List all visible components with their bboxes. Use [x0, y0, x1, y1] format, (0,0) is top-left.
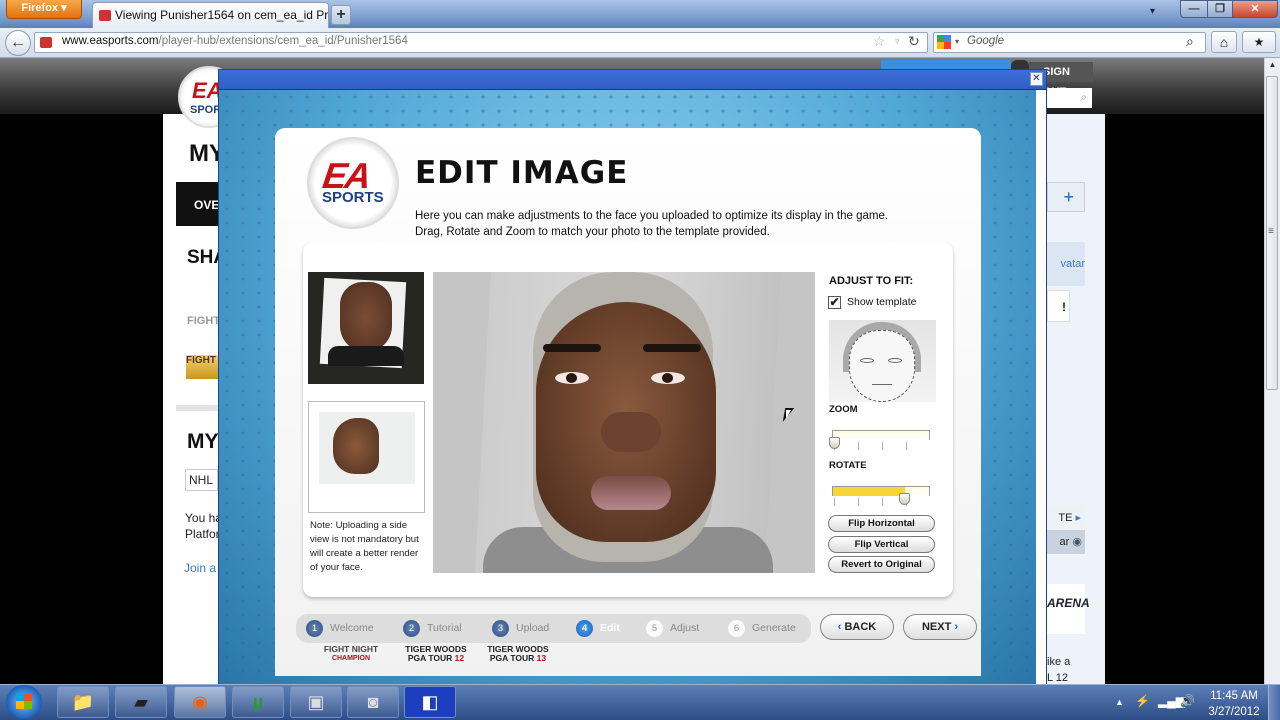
browser-tab-active[interactable]: Viewing Punisher1564 on cem_ea_id Pro... [92, 2, 329, 28]
adjust-to-fit-heading: ADJUST TO FIT: [829, 275, 914, 287]
promo-text: ike aL 12 [1047, 656, 1071, 684]
taskbar-clock[interactable]: 11:45 AM 3/27/2012 [1204, 688, 1264, 720]
tiger-woods-12-logo: TIGER WOODS PGA TOUR 12 [405, 644, 467, 663]
close-window-button[interactable]: ✕ [1232, 0, 1278, 18]
url-text[interactable]: www.easports.com/player-hub/extensions/c… [62, 35, 408, 47]
section-divider [176, 405, 218, 411]
taskbar-vaio-icon[interactable]: ▰ [115, 686, 167, 718]
chevron-left-icon: ‹ [837, 621, 842, 633]
show-template-checkbox[interactable]: ✔ [828, 296, 841, 309]
windows-logo-icon [16, 693, 32, 709]
rotate-label: ROTATE [829, 460, 867, 471]
instructions-text: Here you can make adjustments to the fac… [415, 210, 889, 238]
scroll-up-arrow-icon[interactable]: ▲ [1265, 60, 1280, 74]
bookmark-star-icon[interactable]: ☆ [873, 33, 886, 50]
step-tutorial: 2 Tutorial [403, 620, 462, 638]
list-all-tabs-icon[interactable]: ▾ [1150, 6, 1155, 17]
te-link[interactable]: TE ▸ [1047, 506, 1085, 530]
site-search-input[interactable]: ⌕ [1047, 88, 1092, 108]
zoom-label: ZOOM [829, 404, 858, 415]
home-button[interactable]: ⌂ [1211, 31, 1237, 53]
tiger-woods-13-logo: TIGER WOODS PGA TOUR 13 [487, 644, 549, 663]
start-button[interactable] [6, 685, 42, 719]
next-button[interactable]: NEXT › [903, 614, 977, 640]
new-tab-button[interactable]: + [331, 5, 351, 25]
checkmark-icon: ✔ [829, 295, 840, 309]
taskbar-camera-icon[interactable]: ◙ [347, 686, 399, 718]
modal-close-button[interactable]: ✕ [1030, 72, 1043, 86]
rotate-slider-ticks [834, 498, 930, 506]
revert-to-original-button[interactable]: Revert to Original [828, 556, 935, 573]
engine-dropdown-icon[interactable]: ▾ [955, 37, 959, 46]
page-title: EDIT IMAGE [415, 155, 629, 191]
arrow-right-icon: ▸ [1075, 512, 1081, 524]
add-button[interactable]: + [1047, 182, 1085, 212]
taskbar-firefox-icon[interactable]: ◉ [174, 686, 226, 718]
step-edit: 4 Edit [576, 620, 620, 638]
mouse-cursor-fill [786, 410, 791, 419]
step-welcome: 1 Welcome [306, 620, 374, 638]
scroll-grip-icon: ≡ [1268, 226, 1274, 237]
step-generate: 6 Generate [728, 620, 796, 638]
side-photo-thumbnail[interactable] [308, 401, 425, 513]
back-button-wizard[interactable]: ‹ BACK [820, 614, 894, 640]
google-engine-icon[interactable] [937, 35, 951, 49]
alert-box: ! [1047, 290, 1070, 322]
modal-titlebar[interactable] [219, 70, 1046, 90]
site-search-icon[interactable]: ⌕ [1080, 90, 1087, 105]
volume-icon[interactable]: 🔊 [1180, 694, 1195, 708]
power-icon[interactable]: ⚡ [1135, 694, 1150, 708]
flip-vertical-button[interactable]: Flip Vertical [828, 536, 935, 553]
tab-title: Viewing Punisher1564 on cem_ea_id Pro... [115, 8, 329, 22]
fight-night-logo[interactable]: FIGHT [187, 315, 218, 337]
overview-tab[interactable]: OVERVIEW [194, 198, 218, 212]
settings-circle-icon: ◉ [1072, 536, 1082, 548]
firefox-menu-button[interactable]: Firefox ▾ [6, 0, 82, 19]
my-games-heading: MY [187, 430, 218, 453]
taskbar-utorrent-icon[interactable]: µ [232, 686, 284, 718]
my-heading: MY [189, 140, 218, 167]
show-desktop-button[interactable] [1268, 685, 1280, 720]
face-edit-canvas[interactable] [433, 272, 815, 573]
info-text: You havePlatform [185, 511, 218, 541]
taskbar-explorer-icon[interactable]: 📁 [57, 686, 109, 718]
zoom-slider[interactable] [832, 430, 930, 440]
taskbar-media-icon[interactable]: ▣ [290, 686, 342, 718]
bookmarks-button[interactable]: ★ [1242, 31, 1276, 53]
tab-favicon-icon [99, 10, 111, 21]
url-history-dropdown-icon[interactable]: ▿ [895, 36, 900, 47]
arena-logo[interactable]: ARENA [1047, 584, 1090, 634]
modal-right-margin [1036, 90, 1046, 684]
avatar-tab[interactable]: vatar [1047, 242, 1085, 286]
minimize-button[interactable]: — [1180, 0, 1208, 18]
join-link[interactable]: Join a [184, 561, 218, 575]
game-select[interactable]: NHL [185, 469, 218, 491]
taskbar-active-app-icon[interactable]: ◧ [404, 686, 456, 718]
zoom-slider-handle[interactable] [829, 437, 840, 449]
front-photo-thumbnail[interactable] [308, 272, 424, 384]
flip-horizontal-button[interactable]: Flip Horizontal [828, 515, 935, 532]
side-view-note: Note: Uploading a side view is not manda… [310, 520, 419, 573]
step-adjust: 5 Adjust [646, 620, 699, 638]
search-icon[interactable]: ⌕ [1186, 33, 1194, 50]
share-heading: SHARE [187, 247, 218, 268]
rotate-slider[interactable] [832, 486, 930, 496]
fight-night-logo-gold[interactable]: FIGHT [186, 355, 218, 379]
step-upload: 3 Upload [492, 620, 549, 638]
show-hidden-icons-icon[interactable]: ▲ [1115, 697, 1124, 707]
fight-night-champion-logo: FIGHT NIGHT CHAMPION [323, 644, 379, 663]
back-button[interactable]: ← [5, 30, 31, 56]
maximize-button[interactable]: ❐ [1207, 0, 1233, 18]
site-identity-icon[interactable] [40, 37, 52, 48]
search-input[interactable]: Google [967, 35, 1004, 47]
chevron-right-icon: › [954, 621, 959, 633]
zoom-slider-ticks [834, 442, 930, 450]
reload-icon[interactable]: ↻ [908, 33, 920, 50]
ea-sports-logo: EA SPORTS [307, 137, 399, 229]
face-template-preview [829, 320, 936, 402]
rotate-slider-handle[interactable] [898, 493, 910, 505]
rotate-slider-fill [833, 487, 905, 496]
show-template-label[interactable]: Show template [847, 296, 916, 308]
ar-row[interactable]: ar ◉ [1047, 530, 1085, 554]
